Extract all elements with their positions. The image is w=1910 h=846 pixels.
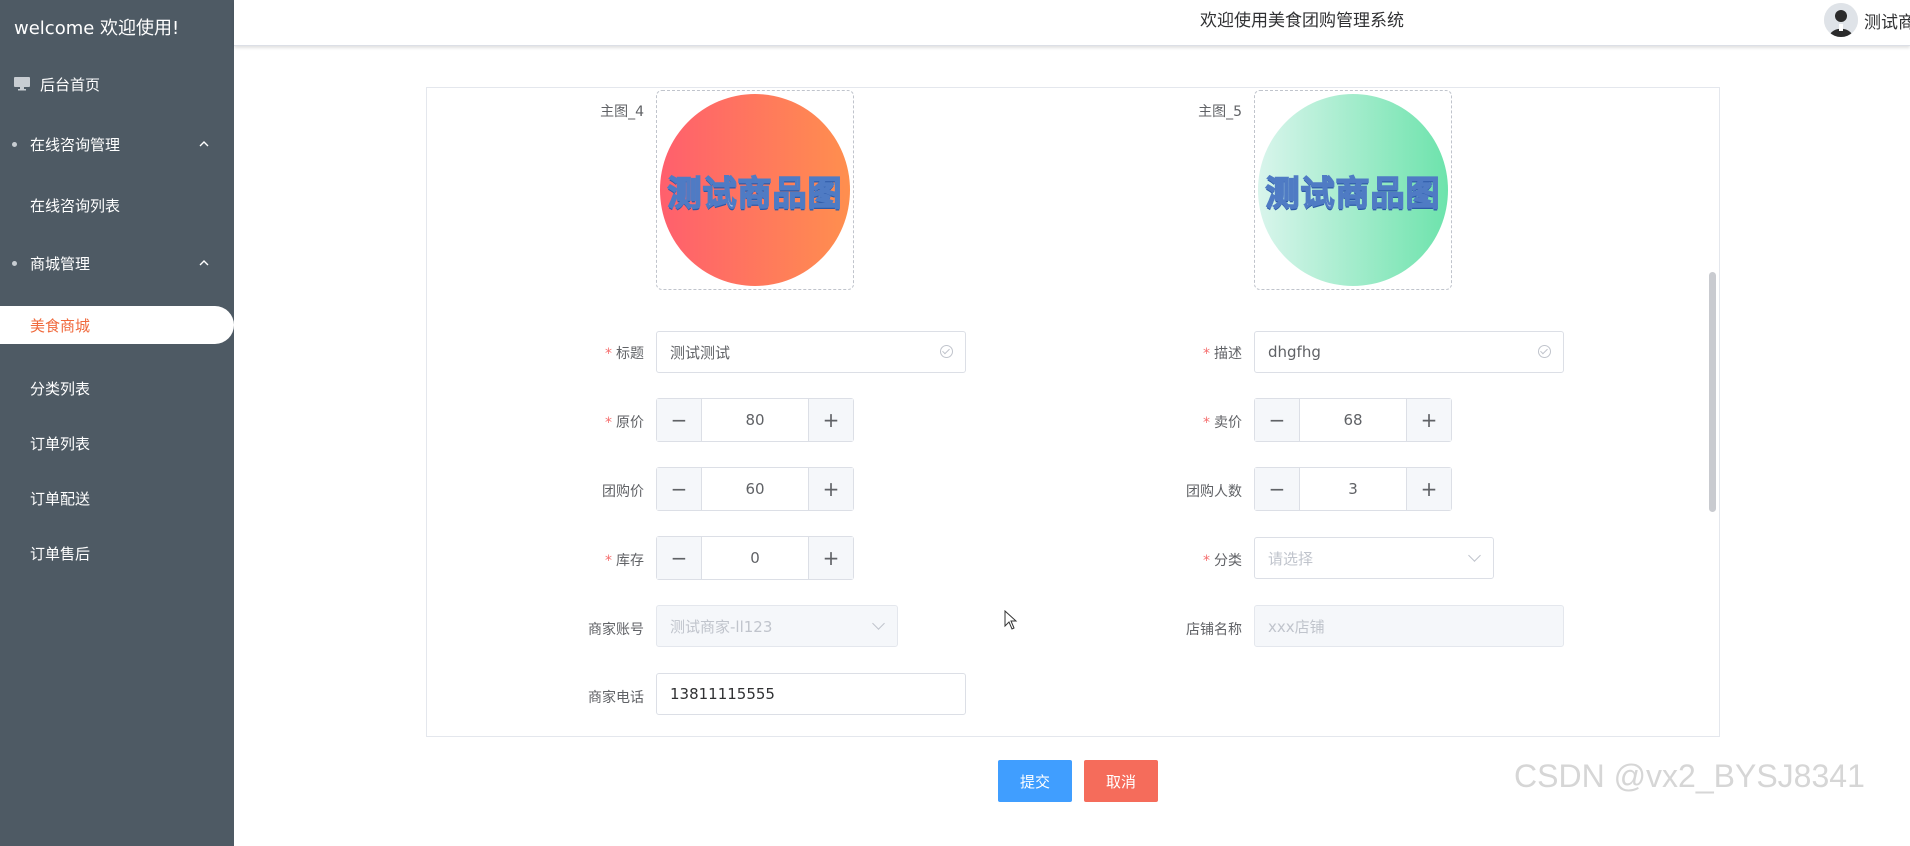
group-price-stepper[interactable]: − 60 + bbox=[656, 467, 854, 511]
stepper-value[interactable]: 0 bbox=[702, 537, 808, 579]
welcome-text: welcome 欢迎使用! bbox=[14, 18, 180, 39]
user-name: 测试商家 bbox=[1864, 12, 1910, 33]
increment-button[interactable]: + bbox=[1406, 399, 1451, 441]
monitor-icon bbox=[14, 77, 30, 91]
sidebar-item-label: 订单售后 bbox=[30, 544, 91, 563]
label-original-price: * 原价 bbox=[605, 415, 644, 431]
chevron-down-icon bbox=[1468, 549, 1481, 562]
stepper-value[interactable]: 3 bbox=[1300, 468, 1406, 510]
product-image-5: 测试商品图 bbox=[1258, 94, 1448, 286]
stock-stepper[interactable]: − 0 + bbox=[656, 536, 854, 580]
watermark: CSDN @vx2_BYSJ8341 bbox=[1514, 758, 1865, 794]
sidebar-item-consult-list[interactable]: 在线咨询列表 bbox=[0, 185, 234, 225]
sidebar-item-category-list[interactable]: 分类列表 bbox=[0, 368, 234, 408]
stepper-value[interactable]: 80 bbox=[702, 399, 808, 441]
sidebar-item-food-mall[interactable]: 美食商城 bbox=[0, 306, 234, 344]
label-group-count: 团购人数 bbox=[1186, 484, 1242, 500]
image-upload-5[interactable]: 测试商品图 bbox=[1254, 90, 1452, 290]
increment-button[interactable]: + bbox=[808, 537, 853, 579]
sidebar-item-label: 订单配送 bbox=[30, 489, 91, 508]
sidebar-item-label: 在线咨询列表 bbox=[30, 196, 121, 215]
label-stock: * 库存 bbox=[605, 553, 644, 569]
label-desc: * 描述 bbox=[1203, 346, 1242, 362]
sidebar-item-order-list[interactable]: 订单列表 bbox=[0, 423, 234, 463]
sidebar-item-label: 分类列表 bbox=[30, 379, 91, 398]
label-image4: 主图_4 bbox=[600, 104, 644, 120]
chevron-down-icon bbox=[872, 617, 885, 630]
merchant-account-select: 测试商家-ll123 bbox=[656, 605, 898, 647]
sidebar-group-label: 商城管理 bbox=[30, 254, 91, 273]
sidebar-group-mall[interactable]: 商城管理 bbox=[0, 243, 234, 283]
group-count-stepper[interactable]: − 3 + bbox=[1254, 467, 1452, 511]
scrollbar[interactable] bbox=[1709, 272, 1716, 512]
decrement-button[interactable]: − bbox=[657, 399, 702, 441]
page-title: 欢迎使用美食团购管理系统 bbox=[1200, 11, 1404, 31]
top-header: 欢迎使用美食团购管理系统 测试商家 bbox=[234, 0, 1910, 46]
merchant-phone-input[interactable]: 13811115555 bbox=[656, 673, 966, 715]
decrement-button[interactable]: − bbox=[1255, 399, 1300, 441]
image-text: 测试商品图 bbox=[667, 173, 843, 215]
decrement-button[interactable]: − bbox=[657, 537, 702, 579]
chevron-up-icon bbox=[199, 260, 209, 266]
product-image-4: 测试商品图 bbox=[660, 94, 850, 286]
title-input[interactable]: 测试测试 bbox=[656, 331, 966, 373]
sidebar-group-consult[interactable]: 在线咨询管理 bbox=[0, 124, 234, 164]
label-shop-name: 店铺名称 bbox=[1186, 622, 1242, 638]
desc-input[interactable]: dhgfhg bbox=[1254, 331, 1564, 373]
submit-button[interactable]: 提交 bbox=[998, 760, 1072, 802]
sidebar-item-label: 美食商城 bbox=[30, 316, 91, 335]
increment-button[interactable]: + bbox=[808, 399, 853, 441]
image-text: 测试商品图 bbox=[1265, 173, 1441, 215]
increment-button[interactable]: + bbox=[1406, 468, 1451, 510]
stepper-value[interactable]: 68 bbox=[1300, 399, 1406, 441]
check-circle-icon bbox=[940, 345, 953, 358]
check-circle-icon bbox=[1538, 345, 1551, 358]
image-upload-4[interactable]: 测试商品图 bbox=[656, 90, 854, 290]
sidebar: welcome 欢迎使用! 后台首页 在线咨询管理 在线咨询列表 商城管理 美食… bbox=[0, 0, 234, 846]
stepper-value[interactable]: 60 bbox=[702, 468, 808, 510]
user-menu[interactable]: 测试商家 bbox=[1824, 2, 1910, 38]
chevron-up-icon bbox=[199, 141, 209, 147]
sidebar-item-home[interactable]: 后台首页 bbox=[0, 64, 234, 104]
bullet-icon bbox=[12, 141, 17, 147]
avatar bbox=[1824, 3, 1858, 37]
sidebar-item-order-delivery[interactable]: 订单配送 bbox=[0, 478, 234, 518]
label-merchant-account: 商家账号 bbox=[588, 622, 644, 638]
label-image5: 主图_5 bbox=[1198, 104, 1242, 120]
sidebar-item-label: 订单列表 bbox=[30, 434, 91, 453]
sidebar-item-after-sales[interactable]: 订单售后 bbox=[0, 533, 234, 573]
bullet-icon bbox=[12, 260, 17, 266]
label-title: * 标题 bbox=[605, 346, 644, 362]
sale-price-stepper[interactable]: − 68 + bbox=[1254, 398, 1452, 442]
decrement-button[interactable]: − bbox=[657, 468, 702, 510]
sidebar-item-label: 后台首页 bbox=[40, 75, 101, 94]
cancel-button[interactable]: 取消 bbox=[1084, 760, 1158, 802]
original-price-stepper[interactable]: − 80 + bbox=[656, 398, 854, 442]
mouse-cursor-icon bbox=[1004, 610, 1018, 630]
sidebar-group-label: 在线咨询管理 bbox=[30, 135, 121, 154]
decrement-button[interactable]: − bbox=[1255, 468, 1300, 510]
label-category: * 分类 bbox=[1203, 553, 1242, 569]
category-select[interactable]: 请选择 bbox=[1254, 537, 1494, 579]
increment-button[interactable]: + bbox=[808, 468, 853, 510]
label-group-price: 团购价 bbox=[602, 484, 644, 500]
shop-name-input: xxx店铺 bbox=[1254, 605, 1564, 647]
label-sale-price: * 卖价 bbox=[1203, 415, 1242, 431]
label-merchant-phone: 商家电话 bbox=[588, 690, 644, 706]
